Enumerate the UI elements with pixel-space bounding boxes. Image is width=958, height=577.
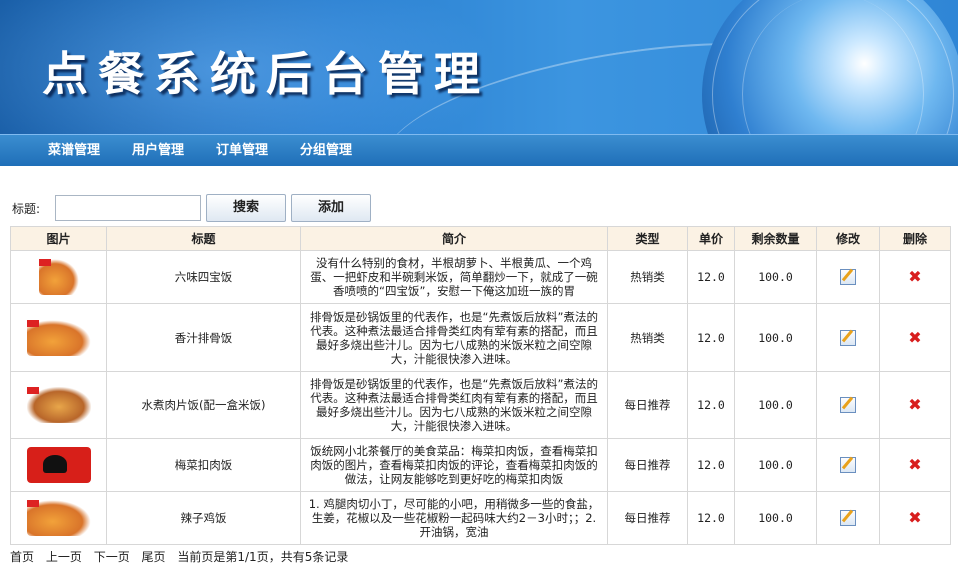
dish-type: 热销类 xyxy=(607,250,688,304)
column-header-title: 标题 xyxy=(106,226,301,251)
delete-cell: ✖ xyxy=(879,438,951,492)
pager-status: 当前页是第1/1页，共有5条记录 xyxy=(177,550,349,564)
page-title: 点餐系统后台管理 xyxy=(42,47,490,101)
edit-cell xyxy=(816,491,880,545)
dish-type: 每日推荐 xyxy=(607,491,688,545)
dish-desc: 1. 鸡腿肉切小丁，尽可能的小吧，用稍微多一些的食盐，生姜，花椒以及一些花椒粉一… xyxy=(300,491,608,545)
dish-desc: 排骨饭是砂锅饭里的代表作，也是“先煮饭后放料”煮法的代表。这种煮法最适合排骨类红… xyxy=(300,303,608,372)
dish-price: 12.0 xyxy=(687,438,735,492)
dish-stock: 100.0 xyxy=(734,371,817,439)
delete-cell: ✖ xyxy=(879,303,951,372)
dish-desc: 没有什么特别的食材，半根胡萝卜、半根黄瓜、一个鸡蛋、一把虾皮和半碗剩米饭，简单翻… xyxy=(300,250,608,304)
dish-type: 每日推荐 xyxy=(607,371,688,439)
column-header-price: 单价 xyxy=(687,226,735,251)
dish-title: 香汁排骨饭 xyxy=(106,303,301,372)
column-header-type: 类型 xyxy=(607,226,688,251)
search-label: 标题: xyxy=(12,202,41,216)
dish-image-icon xyxy=(26,500,91,536)
top-nav: 菜谱管理 用户管理 订单管理 分组管理 xyxy=(0,134,958,166)
dish-table: 图片 标题 简介 类型 单价 剩余数量 修改 删除 六味四宝饭 没有什么特别的食… xyxy=(10,226,951,545)
delete-icon[interactable]: ✖ xyxy=(908,457,921,473)
dish-title: 辣子鸡饭 xyxy=(106,491,301,545)
dish-image-cell xyxy=(10,371,107,439)
column-header-image: 图片 xyxy=(10,226,107,251)
dish-price: 12.0 xyxy=(687,303,735,372)
delete-icon[interactable]: ✖ xyxy=(908,269,921,285)
table-row: 辣子鸡饭 1. 鸡腿肉切小丁，尽可能的小吧，用稍微多一些的食盐，生姜，花椒以及一… xyxy=(10,491,951,545)
delete-icon[interactable]: ✖ xyxy=(908,329,921,346)
dish-image-icon xyxy=(26,319,91,356)
add-button[interactable]: 添加 xyxy=(291,194,371,222)
dish-type: 热销类 xyxy=(607,303,688,372)
globe-image xyxy=(702,0,958,134)
dish-desc: 饭统网小北茶餐厅的美食菜品：梅菜扣肉饭，查看梅菜扣肉饭的图片，查看梅菜扣肉饭的评… xyxy=(300,438,608,492)
edit-icon[interactable] xyxy=(840,397,856,413)
dish-image-icon xyxy=(26,447,91,483)
delete-cell: ✖ xyxy=(879,491,951,545)
dish-stock: 100.0 xyxy=(734,250,817,304)
dish-title: 六味四宝饭 xyxy=(106,250,301,304)
dish-price: 12.0 xyxy=(687,371,735,439)
dish-stock: 100.0 xyxy=(734,438,817,492)
table-row: 梅菜扣肉饭 饭统网小北茶餐厅的美食菜品：梅菜扣肉饭，查看梅菜扣肉饭的图片，查看梅… xyxy=(10,438,951,492)
dish-title: 水煮肉片饭(配一盒米饭) xyxy=(106,371,301,439)
table-header-row: 图片 标题 简介 类型 单价 剩余数量 修改 删除 xyxy=(10,226,951,251)
delete-cell: ✖ xyxy=(879,371,951,439)
dish-image-icon xyxy=(38,259,79,295)
table-row: 六味四宝饭 没有什么特别的食材，半根胡萝卜、半根黄瓜、一个鸡蛋、一把虾皮和半碗剩… xyxy=(10,250,951,304)
delete-icon[interactable]: ✖ xyxy=(908,397,921,413)
pager-last-link[interactable]: 尾页 xyxy=(142,550,166,564)
pagination: 首页 上一页 下一页 尾页 当前页是第1/1页，共有5条记录 xyxy=(10,548,348,565)
dish-image-cell xyxy=(10,250,107,304)
nav-item-users[interactable]: 用户管理 xyxy=(132,135,184,166)
edit-icon[interactable] xyxy=(840,510,856,526)
dish-image-cell xyxy=(10,438,107,492)
search-button[interactable]: 搜索 xyxy=(206,194,286,222)
edit-icon[interactable] xyxy=(840,457,856,473)
nav-item-orders[interactable]: 订单管理 xyxy=(216,135,268,166)
pager-first-link[interactable]: 首页 xyxy=(10,550,34,564)
dish-price: 12.0 xyxy=(687,491,735,545)
table-row: 香汁排骨饭 排骨饭是砂锅饭里的代表作，也是“先煮饭后放料”煮法的代表。这种煮法最… xyxy=(10,303,951,372)
nav-item-menu[interactable]: 菜谱管理 xyxy=(48,135,100,166)
edit-icon[interactable] xyxy=(840,329,856,346)
edit-cell xyxy=(816,371,880,439)
nav-item-groups[interactable]: 分组管理 xyxy=(300,135,352,166)
dish-image-cell xyxy=(10,303,107,372)
pager-next-link[interactable]: 下一页 xyxy=(94,550,130,564)
edit-icon[interactable] xyxy=(840,269,856,285)
dish-price: 12.0 xyxy=(687,250,735,304)
table-row: 水煮肉片饭(配一盒米饭) 排骨饭是砂锅饭里的代表作，也是“先煮饭后放料”煮法的代… xyxy=(10,371,951,439)
edit-cell xyxy=(816,250,880,304)
dish-stock: 100.0 xyxy=(734,491,817,545)
delete-icon[interactable]: ✖ xyxy=(908,510,921,526)
delete-cell: ✖ xyxy=(879,250,951,304)
dish-type: 每日推荐 xyxy=(607,438,688,492)
dish-desc: 排骨饭是砂锅饭里的代表作，也是“先煮饭后放料”煮法的代表。这种煮法最适合排骨类红… xyxy=(300,371,608,439)
header-banner: 点餐系统后台管理 xyxy=(0,0,958,134)
dish-image-icon xyxy=(26,387,91,423)
column-header-stock: 剩余数量 xyxy=(734,226,817,251)
edit-cell xyxy=(816,303,880,372)
search-input[interactable] xyxy=(55,195,201,221)
dish-image-cell xyxy=(10,491,107,545)
column-header-desc: 简介 xyxy=(300,226,608,251)
dish-stock: 100.0 xyxy=(734,303,817,372)
edit-cell xyxy=(816,438,880,492)
column-header-edit: 修改 xyxy=(816,226,880,251)
column-header-delete: 删除 xyxy=(879,226,951,251)
pager-prev-link[interactable]: 上一页 xyxy=(46,550,82,564)
dish-title: 梅菜扣肉饭 xyxy=(106,438,301,492)
